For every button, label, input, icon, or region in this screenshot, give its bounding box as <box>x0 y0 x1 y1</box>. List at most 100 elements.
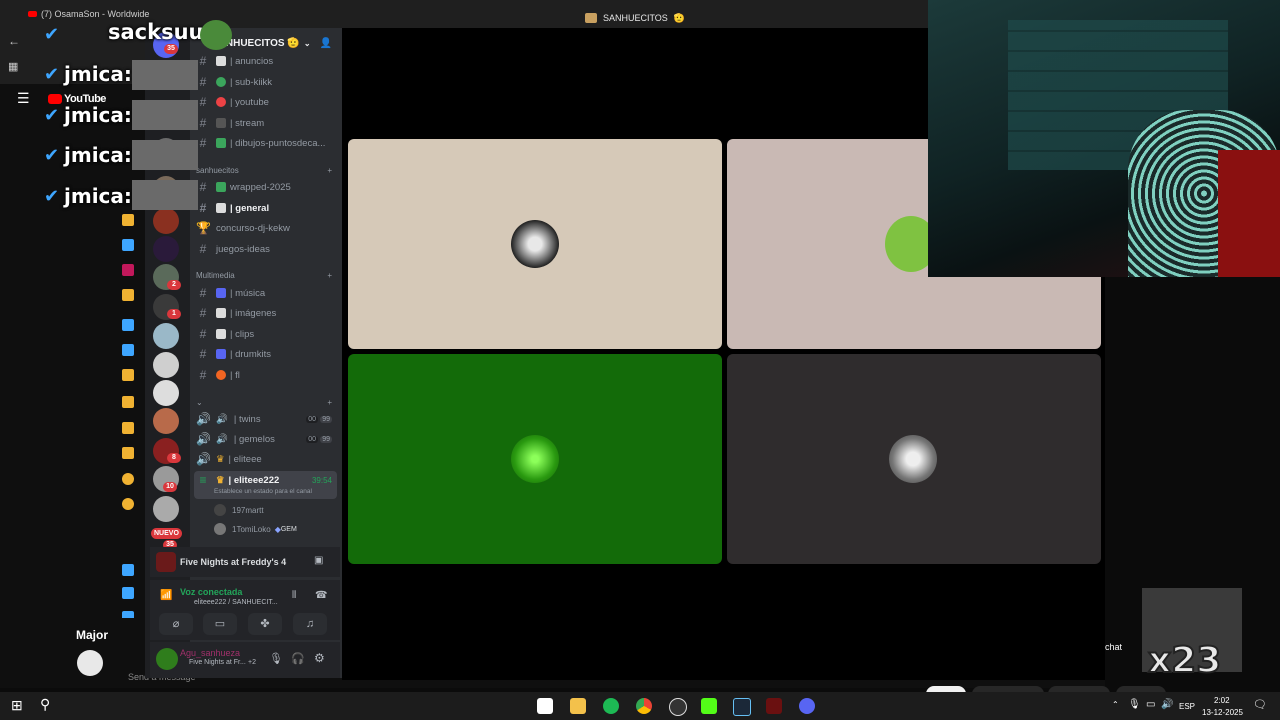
channel-avatar[interactable] <box>77 650 103 676</box>
category-label: sanhuecitos <box>196 165 239 175</box>
channel-emoji-icon <box>216 138 226 148</box>
channel-label: | eliteee <box>228 453 262 465</box>
noise-suppression-icon[interactable]: ⫴ <box>292 590 296 601</box>
voice-timer: 39:54 <box>311 475 332 485</box>
channel-wrapped-2025[interactable]: # wrapped-2025 <box>196 178 336 196</box>
microphone-tray-icon[interactable]: 🎙 <box>1128 699 1141 710</box>
chat-badge-icon <box>122 473 134 485</box>
chrome-icon[interactable] <box>636 698 652 714</box>
channel-status-prompt[interactable]: Establece un estado para el canal <box>214 488 312 495</box>
channel-anuncios[interactable]: # | anuncios <box>196 52 336 70</box>
hash-icon: # <box>199 75 207 89</box>
crown-icon: ♛ <box>216 453 225 465</box>
channel-stream[interactable]: # | stream <box>196 114 336 132</box>
gear-icon[interactable]: ⚙ <box>314 651 325 665</box>
chevron-down-icon: ⌄ <box>303 38 311 48</box>
server-icon[interactable] <box>153 323 179 349</box>
channel-concurso-dj[interactable]: 🏆 concurso-dj-kekw <box>196 219 336 237</box>
green-cat-avatar <box>511 435 559 483</box>
add-channel-icon[interactable]: + <box>327 398 332 407</box>
back-icon[interactable]: ← <box>8 34 20 48</box>
hash-icon: # <box>199 286 207 300</box>
stream-icon[interactable]: ▣ <box>314 555 323 566</box>
channel-clips[interactable]: # | clips <box>196 325 336 343</box>
emote-image <box>132 60 198 90</box>
check-badge-icon: ✔ <box>44 24 60 44</box>
signal-icon: 📶 <box>160 590 173 601</box>
clock-date[interactable]: 13-12-2025 <box>1202 708 1243 717</box>
menu-icon[interactable]: ☰ <box>17 90 30 107</box>
voice-member[interactable]: 1TomiLoko ◆ GEM <box>214 521 297 537</box>
screen-share-button[interactable]: ▭ <box>203 613 237 635</box>
channel-youtube[interactable]: # | youtube <box>196 93 336 111</box>
microsoft-store-icon[interactable] <box>537 698 553 714</box>
voice-channel-eliteee[interactable]: 🔊 ♛ | eliteee <box>196 450 336 468</box>
channel-imagenes[interactable]: # | imágenes <box>196 304 336 322</box>
channel-dibujos[interactable]: # | dibujos-puntosdeca... <box>196 134 336 152</box>
channel-fl[interactable]: # | fl <box>196 366 336 384</box>
notifications-icon[interactable]: 🗨 <box>1253 698 1267 711</box>
category-multimedia[interactable]: Multimedia + <box>196 268 336 282</box>
steam-icon[interactable] <box>733 698 751 716</box>
server-icon[interactable] <box>153 380 179 406</box>
activities-button[interactable]: ✤ <box>248 613 282 635</box>
active-voice-row[interactable]: ≡ ♛ | eliteee222 39:54 <box>196 471 336 489</box>
server-icon[interactable] <box>153 208 179 234</box>
kick-icon[interactable] <box>701 698 717 714</box>
channel-general[interactable]: # | general <box>196 199 336 217</box>
youtube-favicon-icon <box>28 11 37 17</box>
activity-panel[interactable]: Five Nights at Freddy's 4 ▣ <box>150 547 340 577</box>
channel-emoji-icon <box>216 97 226 107</box>
category-voice[interactable]: ⌄ + <box>196 395 336 409</box>
spotify-icon[interactable] <box>603 698 619 714</box>
clock-time[interactable]: 2:02 <box>1214 696 1230 705</box>
voice-channel-twins[interactable]: 🔊 🔊 | twins 00 99 <box>196 410 336 428</box>
check-badge-icon: ✔ <box>44 145 60 165</box>
server-icon[interactable] <box>153 496 179 522</box>
hash-icon: # <box>199 54 207 68</box>
camera-toggle-button[interactable]: ⌀ <box>159 613 193 635</box>
chat-badge-icon <box>122 344 134 356</box>
discord-icon[interactable] <box>799 698 815 714</box>
add-channel-icon[interactable]: + <box>327 271 332 280</box>
user-name[interactable]: Agu_sanhueza <box>180 648 240 658</box>
add-channel-icon[interactable]: + <box>327 166 332 175</box>
channel-label: | youtube <box>230 96 269 108</box>
voice-channel-gemelos[interactable]: 🔊 🔊 | gemelos 00 99 <box>196 430 336 448</box>
server-icon[interactable] <box>153 352 179 378</box>
channel-label: | drumkits <box>230 348 272 360</box>
game-app-icon[interactable] <box>766 698 782 714</box>
voice-channel-path[interactable]: eliteee222 / SANHUECIT... <box>194 599 278 606</box>
salute-emoji: 🫡 <box>673 12 686 23</box>
file-explorer-icon[interactable] <box>570 698 586 714</box>
member-name: 197martt <box>232 505 264 515</box>
soundboard-button[interactable]: ♫ <box>293 613 327 635</box>
channel-drumkits[interactable]: # | drumkits <box>196 345 336 363</box>
invite-icon[interactable]: 👤 <box>320 38 332 49</box>
user-avatar[interactable] <box>156 648 178 670</box>
chevron-up-icon[interactable]: ⌃ <box>1112 700 1119 709</box>
network-icon[interactable]: ▭ <box>1146 699 1155 710</box>
channel-juegos-ideas[interactable]: # juegos-ideas <box>196 240 336 258</box>
windows-start-icon[interactable]: ⊞ <box>11 697 23 714</box>
server-icon[interactable] <box>153 408 179 434</box>
category-label: Multimedia <box>196 270 235 280</box>
user-limit: 99 <box>320 435 332 443</box>
hash-icon: # <box>199 136 207 150</box>
disconnect-icon[interactable]: ☎ <box>315 590 327 601</box>
server-icon[interactable] <box>153 236 179 262</box>
apps-icon[interactable]: ▦ <box>8 60 18 73</box>
headphones-icon[interactable]: 🎧 <box>291 652 305 665</box>
channel-sub-kiikk[interactable]: # | sub-kiikk <box>196 73 336 91</box>
game-icon <box>156 552 176 572</box>
server-badge: 10 <box>163 482 177 492</box>
channel-musica[interactable]: # | música <box>196 284 336 302</box>
obs-icon[interactable] <box>669 698 687 716</box>
category-sanhuecitos[interactable]: sanhuecitos + <box>196 163 336 177</box>
search-icon[interactable]: ⚲ <box>40 696 50 713</box>
microphone-icon[interactable]: 🎙 <box>269 652 283 665</box>
voice-member[interactable]: 197martt <box>214 502 264 518</box>
volume-icon[interactable]: 🔊 <box>1161 699 1173 710</box>
language-indicator[interactable]: ESP <box>1179 702 1195 711</box>
channel-label: concurso-dj-kekw <box>216 222 290 234</box>
